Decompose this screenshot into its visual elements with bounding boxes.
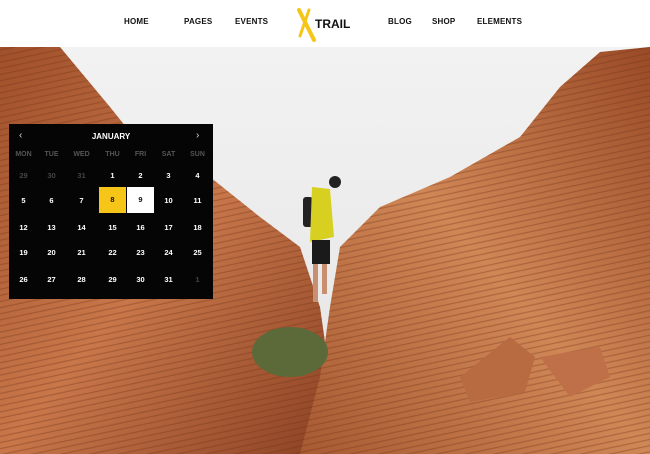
weekday-thu: THU (105, 151, 120, 158)
nav-pages[interactable]: PAGES (184, 17, 212, 26)
calendar-day[interactable]: 8 (99, 187, 126, 213)
calendar-day[interactable]: 6 (38, 196, 65, 205)
calendar-day[interactable]: 30 (127, 275, 154, 284)
weekday-fri: FRI (134, 151, 147, 158)
calendar-day[interactable]: 26 (10, 275, 37, 284)
calendar-day[interactable]: 2 (127, 171, 154, 180)
calendar-day[interactable]: 21 (68, 248, 95, 257)
calendar-day[interactable]: 31 (68, 171, 95, 180)
calendar-day[interactable]: 23 (127, 248, 154, 257)
calendar-day[interactable]: 19 (10, 248, 37, 257)
calendar-day[interactable]: 16 (127, 223, 154, 232)
calendar-day[interactable]: 29 (99, 275, 126, 284)
calendar-day[interactable]: 17 (155, 223, 182, 232)
calendar-day[interactable]: 14 (68, 223, 95, 232)
calendar-widget: ‹ JANUARY › MON TUE WED THU FRI SAT SUN 29 30 31 1… (9, 124, 213, 299)
nav-elements[interactable]: ELEMENTS (477, 17, 522, 26)
weekday-sun: SUN (190, 151, 205, 158)
calendar-day[interactable]: 4 (184, 171, 211, 180)
weekday-wed: WED (73, 151, 90, 158)
logo-text: TRAIL (315, 17, 351, 31)
calendar-day[interactable]: 27 (38, 275, 65, 284)
nav-blog[interactable]: BLOG (388, 17, 412, 26)
calendar-day[interactable]: 20 (38, 248, 65, 257)
calendar-day[interactable]: 18 (184, 223, 211, 232)
calendar-day[interactable]: 15 (99, 223, 126, 232)
weekday-tue: TUE (44, 151, 59, 158)
calendar-day[interactable]: 28 (68, 275, 95, 284)
nav-home[interactable]: HOME (124, 17, 149, 26)
weekday-sat: SAT (161, 151, 176, 158)
logo[interactable]: TRAIL (296, 8, 356, 42)
calendar-month: JANUARY (91, 132, 131, 141)
calendar-day[interactable]: 5 (10, 196, 37, 205)
calendar-day[interactable]: 11 (184, 196, 211, 205)
calendar-day[interactable]: 31 (155, 275, 182, 284)
calendar-day[interactable]: 30 (38, 171, 65, 180)
calendar-day[interactable]: 7 (68, 196, 95, 205)
nav-shop[interactable]: SHOP (432, 17, 455, 26)
calendar-day[interactable]: 3 (155, 171, 182, 180)
calendar-day[interactable]: 13 (38, 223, 65, 232)
calendar-day[interactable]: 29 (10, 171, 37, 180)
weekday-mon: MON (15, 151, 32, 158)
top-navigation: HOME PAGES EVENTS TRAIL BLOG SHOP ELEMEN… (0, 0, 650, 47)
next-month-button[interactable]: › (196, 130, 199, 141)
calendar-day[interactable]: 25 (184, 248, 211, 257)
calendar-day[interactable]: 9 (127, 187, 154, 213)
calendar-day[interactable]: 1 (99, 171, 126, 180)
calendar-day[interactable]: 10 (155, 196, 182, 205)
calendar-day[interactable]: 1 (184, 275, 211, 284)
calendar-day[interactable]: 22 (99, 248, 126, 257)
nav-events[interactable]: EVENTS (235, 17, 268, 26)
calendar-day[interactable]: 24 (155, 248, 182, 257)
calendar-day[interactable]: 12 (10, 223, 37, 232)
